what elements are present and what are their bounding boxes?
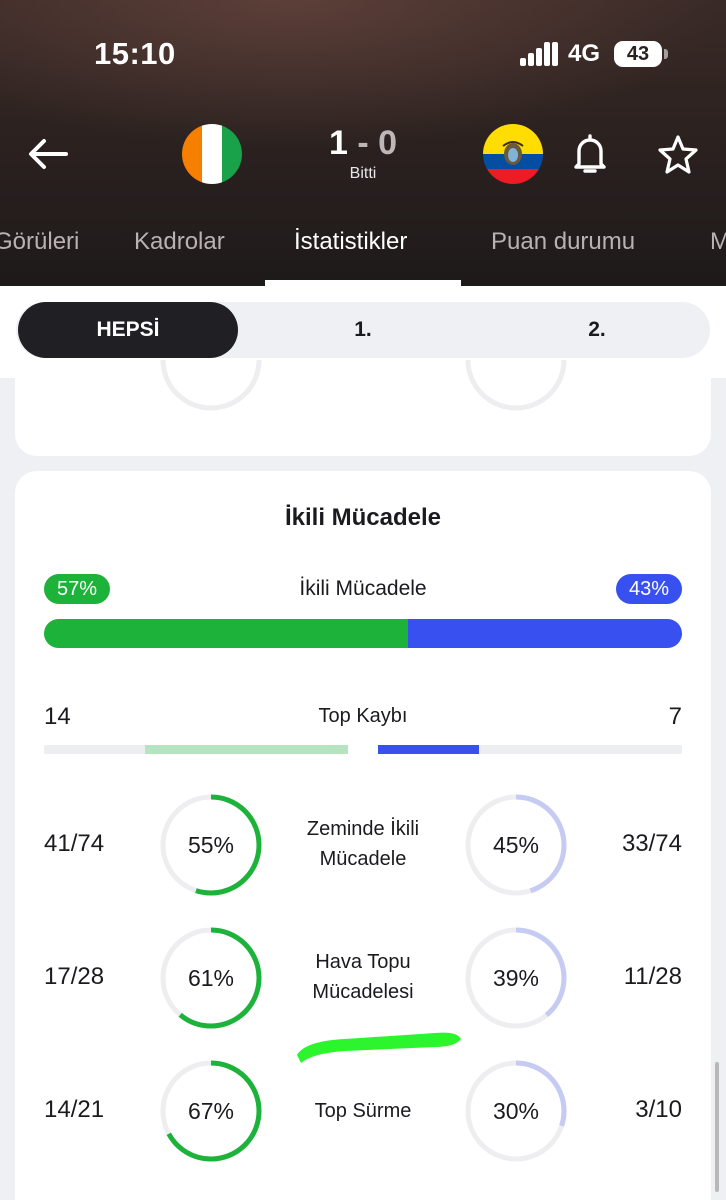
turnovers-away-value: 7 [668,703,682,730]
score: 1 - 0 [310,124,416,163]
away-stat-value: 11/28 [623,963,682,990]
back-button[interactable] [24,130,72,178]
home-stat-value: 14/21 [44,1096,105,1123]
scrollbar[interactable] [715,1062,719,1192]
away-ring: 45% [463,792,569,898]
tab-standings[interactable]: Puan durumu [491,228,635,256]
away-team-flag[interactable] [483,124,543,184]
period-segment: HEPSİ 1. 2. [16,302,710,358]
home-stat-value: 41/74 [44,830,105,857]
away-ring: 39% [463,925,569,1031]
stat-row-aerial-duels: 17/28 61% Hava Topu Mücadelesi 39% 11/28 [15,925,711,1035]
previous-ring-home [160,360,262,411]
home-ring: 67% [158,1058,264,1164]
bell-icon [574,134,606,173]
section-title: İkili Mücadele [284,504,442,531]
match-status: Bitti [349,165,377,182]
favorite-button[interactable] [656,132,700,176]
away-ring-pct: 30% [492,1098,540,1124]
home-ring-pct: 61% [187,965,235,991]
duels-label: İkili Mücadele [299,577,427,600]
network-type: 4G [568,40,601,67]
turnovers-label: Top Kaybı [318,705,408,727]
away-ring: 30% [463,1058,569,1164]
away-stat-value: 3/10 [635,1096,682,1123]
back-arrow-icon [29,139,68,169]
segment-all[interactable]: HEPSİ [18,302,238,358]
duels-bar [44,619,682,648]
stat-row-dribbles: 14/21 67% Top Sürme 30% 3/10 [15,1058,711,1168]
duels-bar-away [407,619,682,648]
away-ring-pct: 45% [492,832,540,858]
battery-icon: 43 [614,41,662,67]
tab-gorusler[interactable]: Görüleri [0,228,79,256]
home-score: 1 [328,124,348,162]
stat-label: Zeminde İkili Mücadele [306,818,420,870]
signal-icon [520,42,558,66]
previous-ring-away [465,360,567,411]
home-stat-value: 17/28 [44,963,105,990]
stat-label: Top Sürme [314,1100,412,1122]
duels-bar-home [44,619,408,648]
previous-stats-card [15,360,711,456]
star-icon [658,135,698,174]
tab-lineups[interactable]: Kadrolar [134,228,225,256]
turnovers-fill-home [145,745,348,754]
turnovers-bar-home [44,745,348,754]
home-ring: 61% [158,925,264,1031]
tab-more[interactable]: M [710,228,726,256]
home-ring: 55% [158,792,264,898]
match-header: 15:10 4G 43 1 - 0 Bitti Görüleri Kadrola… [0,0,726,286]
score-separator: - [357,124,369,162]
duels-card: İkili Mücadele 57% İkili Mücadele 43% 14… [15,471,711,1200]
turnovers-bar-away [378,745,682,754]
away-duel-pct: 43% [615,574,682,604]
home-team-flag[interactable] [182,124,242,184]
away-stat-value: 33/74 [621,830,682,857]
segment-first-half[interactable]: 1. [256,302,470,358]
away-score: 0 [378,124,398,162]
away-ring-pct: 39% [492,965,540,991]
home-ring-pct: 55% [187,832,235,858]
notification-button[interactable] [570,132,610,176]
ecuador-flag-icon [483,124,543,184]
status-time: 15:10 [94,36,176,71]
tab-statistics[interactable]: İstatistikler [294,228,407,256]
battery-tip [664,49,668,59]
stat-row-ground-duels: 41/74 55% Zeminde İkili Mücadele 45% 33/… [15,792,711,902]
segment-second-half[interactable]: 2. [490,302,704,358]
turnovers-fill-away [378,745,480,754]
match-tabs: Görüleri Kadrolar İstatistikler Puan dur… [0,222,726,286]
home-ring-pct: 67% [187,1098,235,1124]
stat-label: Hava Topu Mücadelesi [312,951,414,1003]
